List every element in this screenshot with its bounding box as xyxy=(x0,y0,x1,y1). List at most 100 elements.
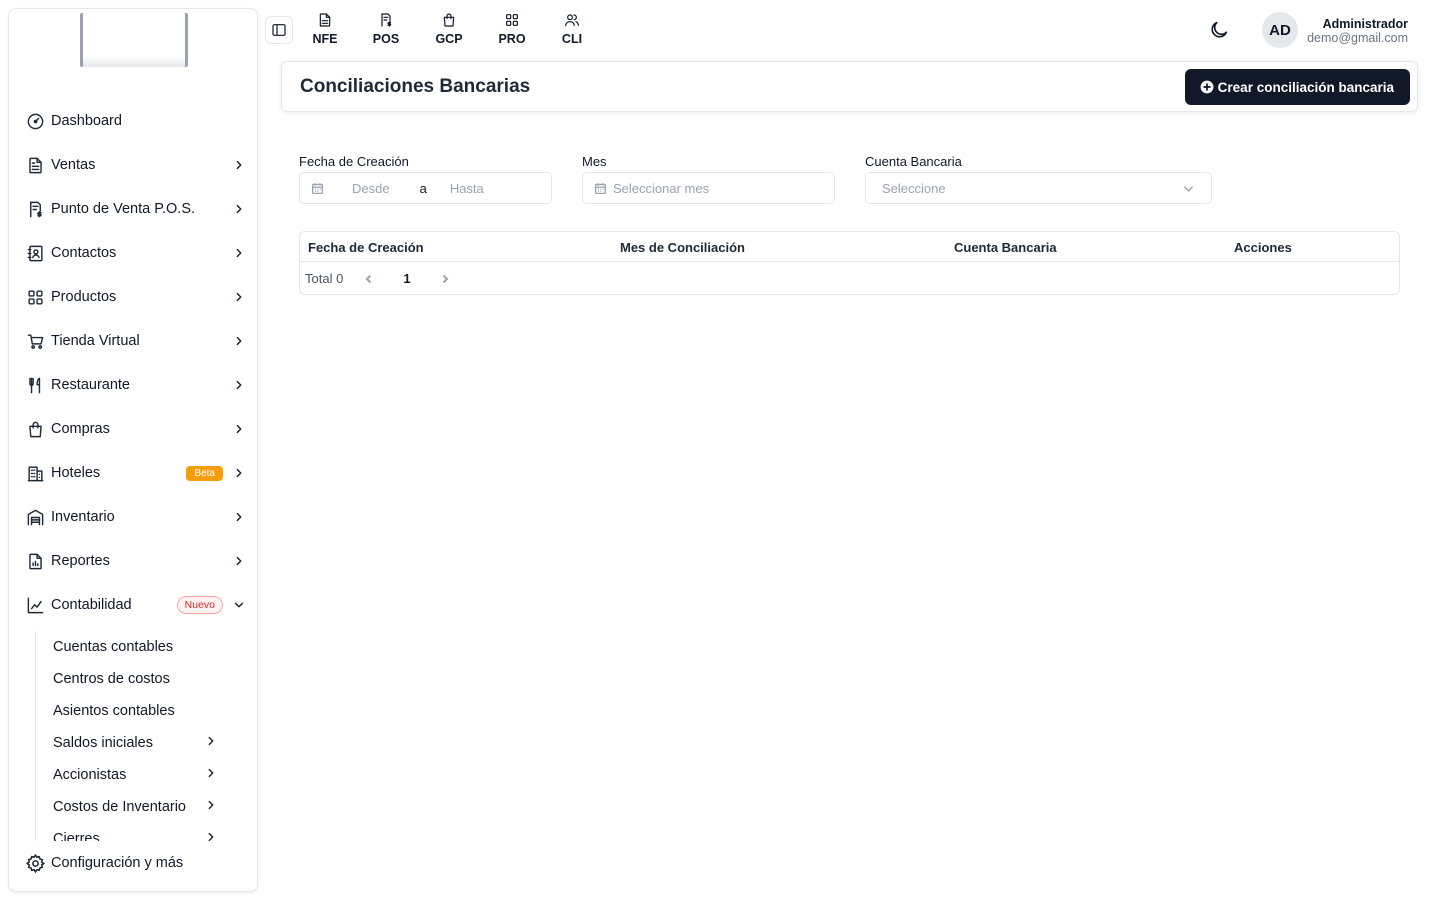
sidebar-item-dashboard[interactable]: Dashboard xyxy=(25,107,247,135)
sidebar-item-contabilidad[interactable]: Contabilidad Nuevo xyxy=(25,591,247,619)
shopping-bag-icon xyxy=(25,419,45,439)
sidebar-item-ventas[interactable]: Ventas xyxy=(25,151,247,179)
chevron-right-icon[interactable] xyxy=(439,273,451,285)
sub-item-centros-de-costos[interactable]: Centros de costos xyxy=(53,667,218,691)
module-label: POS xyxy=(372,32,400,46)
sidebar-item-contactos[interactable]: Contactos xyxy=(25,239,247,267)
sidebar-item-label: Productos xyxy=(51,289,117,305)
moon-icon xyxy=(1211,21,1228,38)
sidebar-item-label: Punto de Venta P.O.S. xyxy=(51,201,196,217)
sidebar-item-hoteles[interactable]: Hoteles Beta xyxy=(25,459,247,487)
date-range-picker[interactable]: Desde a Hasta xyxy=(299,172,552,204)
sub-item-accionistas[interactable]: Accionistas xyxy=(53,763,218,787)
sidebar-panel-icon xyxy=(272,24,286,36)
chevron-right-icon xyxy=(204,798,218,816)
pagination: Total 0 1 xyxy=(305,271,451,286)
chevron-right-icon xyxy=(231,289,247,305)
module-nfe-button[interactable]: NFE xyxy=(303,12,347,50)
avatar[interactable]: AD xyxy=(1262,12,1298,48)
sub-item-asientos-contables[interactable]: Asientos contables xyxy=(53,699,218,723)
hotel-building-icon xyxy=(25,463,45,483)
pos-receipt-icon xyxy=(25,199,45,219)
new-badge: Nuevo xyxy=(176,596,223,614)
contabilidad-subnav: Cuentas contables Centros de costos Asie… xyxy=(35,631,235,841)
module-gcp-button[interactable]: GCP xyxy=(427,12,471,50)
month-picker[interactable]: Seleccionar mes xyxy=(582,172,835,204)
cart-icon xyxy=(25,331,45,351)
user-name: Administrador xyxy=(1322,17,1408,31)
sub-item-label: Accionistas xyxy=(53,767,127,783)
sub-item-label: Cuentas contables xyxy=(53,639,174,655)
sidebar-item-tienda-virtual[interactable]: Tienda Virtual xyxy=(25,327,247,355)
date-filter-label: Fecha de Creación xyxy=(299,154,409,169)
sub-item-label: Centros de costos xyxy=(53,671,170,687)
account-filter-label: Cuenta Bancaria xyxy=(865,154,962,169)
sidebar-item-label: Tienda Virtual xyxy=(51,333,140,349)
sidebar-toggle-button[interactable] xyxy=(265,16,293,44)
chevron-right-icon xyxy=(231,245,247,261)
file-text-icon xyxy=(319,13,331,27)
sub-item-label: Asientos contables xyxy=(53,703,175,719)
column-header[interactable]: Fecha de Creación xyxy=(308,240,424,255)
create-conciliation-button[interactable]: Crear conciliación bancaria xyxy=(1184,69,1410,105)
module-label: NFE xyxy=(312,32,338,46)
chevron-right-icon xyxy=(231,333,247,349)
chevron-right-icon xyxy=(204,830,218,841)
column-header[interactable]: Mes de Conciliación xyxy=(620,240,745,255)
receipt-dollar-icon xyxy=(381,13,392,27)
chevron-right-icon xyxy=(231,465,247,481)
sidebar-item-label: Restaurante xyxy=(51,377,130,393)
module-label: CLI xyxy=(561,32,583,46)
dashboard-gauge-icon xyxy=(25,111,45,131)
sidebar-item-inventario[interactable]: Inventario xyxy=(25,503,247,531)
column-header[interactable]: Acciones xyxy=(1234,240,1292,255)
grid-icon xyxy=(506,14,518,26)
sidebar-item-label: Reportes xyxy=(51,553,110,569)
plus-circle-icon xyxy=(1200,80,1214,94)
chevron-right-icon xyxy=(204,766,218,784)
sub-item-costos-de-inventario[interactable]: Costos de Inventario xyxy=(53,795,218,819)
account-select[interactable]: Seleccione xyxy=(865,172,1212,204)
date-from-input[interactable]: Desde xyxy=(352,181,390,196)
module-pos-button[interactable]: POS xyxy=(364,12,408,50)
chevron-right-icon xyxy=(231,201,247,217)
config-button[interactable]: Configuración y más xyxy=(25,849,183,877)
module-cli-button[interactable]: CLI xyxy=(550,12,594,50)
sub-item-label: Costos de Inventario xyxy=(53,799,186,815)
sidebar-item-label: Hoteles xyxy=(51,465,101,481)
shopping-bag-icon xyxy=(443,13,455,27)
sidebar-item-label: Ventas xyxy=(51,157,96,173)
create-button-label: Crear conciliación bancaria xyxy=(1217,79,1394,95)
chevron-left-icon[interactable] xyxy=(363,273,375,285)
users-icon xyxy=(565,14,579,26)
chevron-right-icon xyxy=(231,157,247,173)
user-email: demo@gmail.com xyxy=(1307,31,1408,45)
gear-icon xyxy=(25,853,46,873)
sub-item-cierres[interactable]: Cierres xyxy=(53,827,218,841)
sidebar-item-pos[interactable]: Punto de Venta P.O.S. xyxy=(25,195,247,223)
sidebar-item-productos[interactable]: Productos xyxy=(25,283,247,311)
sidebar-item-reportes[interactable]: Reportes xyxy=(25,547,247,575)
sidebar-item-label: Contabilidad xyxy=(51,597,132,613)
contacts-book-icon xyxy=(25,243,45,263)
sub-item-label: Cierres xyxy=(53,831,100,841)
theme-toggle-button[interactable] xyxy=(1208,19,1230,41)
sub-item-cuentas-contables[interactable]: Cuentas contables xyxy=(53,635,218,659)
chevron-right-icon xyxy=(231,553,247,569)
report-chart-icon xyxy=(25,551,45,571)
beta-badge: Beta xyxy=(186,465,223,481)
month-filter-label: Mes xyxy=(582,154,607,169)
module-pro-button[interactable]: PRO xyxy=(490,12,534,50)
sidebar-item-restaurante[interactable]: Restaurante xyxy=(25,371,247,399)
sub-item-saldos-iniciales[interactable]: Saldos iniciales xyxy=(53,731,218,755)
column-header[interactable]: Cuenta Bancaria xyxy=(954,240,1057,255)
chevron-right-icon xyxy=(231,421,247,437)
date-to-input[interactable]: Hasta xyxy=(450,181,484,196)
chevron-down-icon xyxy=(1183,185,1194,192)
warehouse-icon xyxy=(25,507,45,527)
month-input[interactable]: Seleccionar mes xyxy=(613,181,709,196)
chevron-down-icon xyxy=(231,597,247,613)
page-number[interactable]: 1 xyxy=(403,271,410,286)
module-label: GCP xyxy=(435,32,463,46)
sidebar-item-compras[interactable]: Compras xyxy=(25,415,247,443)
